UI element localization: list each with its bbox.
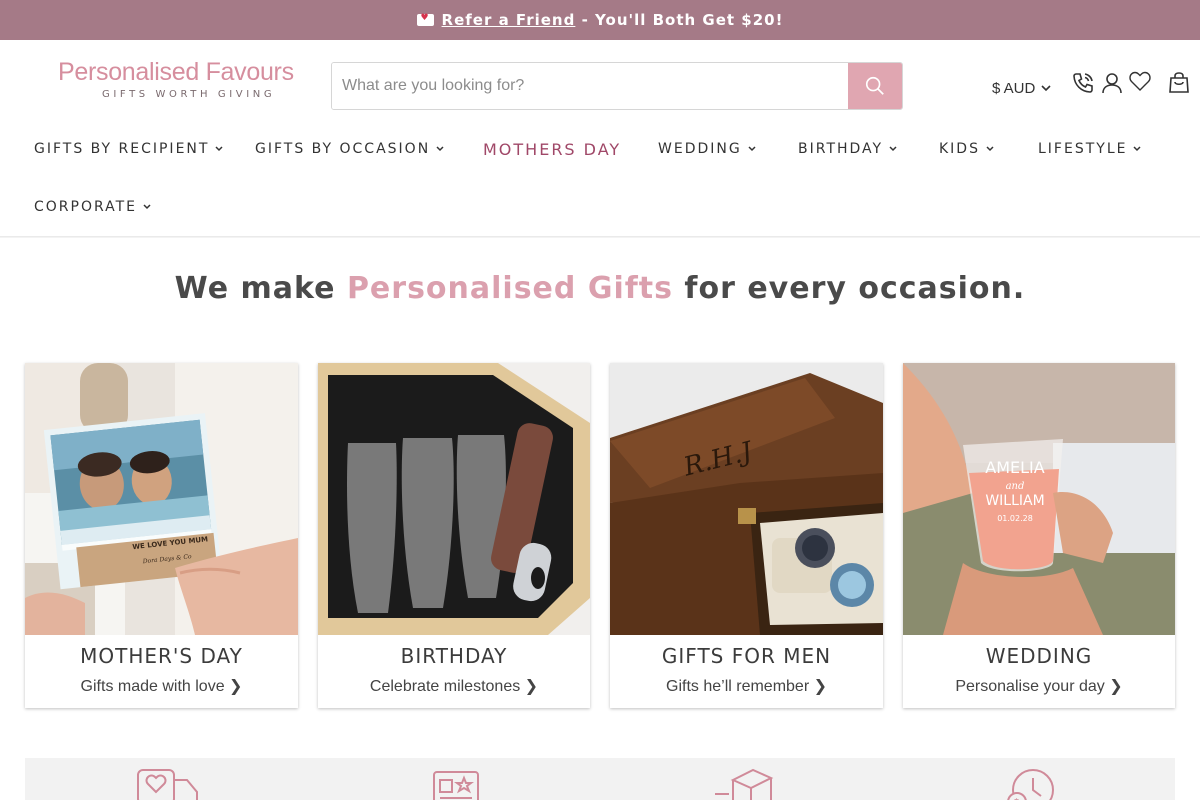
nav-label: BIRTHDAY	[798, 141, 884, 157]
clock-money-icon: $	[1007, 769, 1054, 800]
nav-mothers-day[interactable]: MOTHERS DAY	[483, 140, 621, 159]
glass-text-date: 01.02.28	[997, 514, 1033, 523]
phone-icon[interactable]	[1070, 70, 1096, 96]
announcement-bar: Refer a Friend - You'll Both Get $20!	[0, 0, 1200, 40]
card-title: GIFTS FOR MEN	[661, 644, 832, 668]
delivery-truck-heart-icon	[137, 769, 198, 800]
nav-label: LIFESTYLE	[1038, 141, 1128, 157]
chevron-down-icon	[1041, 85, 1051, 92]
nav-birthday[interactable]: BIRTHDAY	[798, 141, 897, 157]
card-title: WEDDING	[985, 644, 1093, 668]
chevron-down-icon	[1133, 146, 1141, 152]
love-letter-icon	[416, 13, 434, 26]
hero-suffix: for every occasion.	[672, 271, 1026, 306]
nav-lifestyle[interactable]: LIFESTYLE	[1038, 141, 1141, 157]
nav-label: WEDDING	[658, 141, 742, 157]
nav-label: MOTHERS DAY	[483, 140, 622, 159]
currency-label: $ AUD	[992, 80, 1036, 97]
glass-text-and: and	[1006, 481, 1025, 492]
hero-accent: Personalised Gifts	[346, 271, 673, 306]
nav-label: GIFTS BY RECIPIENT	[34, 141, 210, 157]
search-icon	[865, 76, 884, 95]
currency-selector[interactable]: $ AUD	[992, 80, 1051, 97]
nav-kids[interactable]: KIDS	[939, 141, 994, 157]
heart-icon[interactable]	[1127, 68, 1153, 94]
card-title: BIRTHDAY	[400, 644, 508, 668]
category-card-gifts-for-men[interactable]: R.H.J GIFTS FOR MEN Gifts he’ll remember…	[610, 363, 883, 708]
nav-label: GIFTS BY OCCASION	[255, 141, 431, 157]
refer-friend-link[interactable]: Refer a Friend	[442, 11, 576, 29]
svg-text:$: $	[1013, 796, 1020, 800]
brand-name: Personalised Favours	[58, 58, 294, 86]
nav-label: KIDS	[939, 141, 980, 157]
search-button[interactable]	[848, 63, 902, 109]
card-subtitle-link[interactable]: Gifts made with love ❯	[25, 676, 298, 696]
chevron-down-icon	[986, 146, 994, 152]
category-card-wedding[interactable]: AMELIA and WILLIAM 01.02.28 WEDDING Pers…	[903, 363, 1175, 708]
site-logo[interactable]: Personalised Favours GIFTS WORTH GIVING	[58, 58, 308, 100]
header-divider	[0, 236, 1200, 238]
chevron-down-icon	[436, 146, 444, 152]
card-title: MOTHER'S DAY	[80, 644, 243, 668]
category-card-mothers-day[interactable]: WE LOVE YOU MUM Dora Days & Co MOTHER'S …	[25, 363, 298, 708]
wedding-image: AMELIA and WILLIAM 01.02.28	[903, 363, 1175, 635]
search-input[interactable]	[332, 63, 848, 109]
glass-text-amelia: AMELIA	[985, 458, 1044, 477]
card-subtitle-link[interactable]: Celebrate milestones ❯	[318, 676, 590, 696]
nav-gifts-by-recipient[interactable]: GIFTS BY RECIPIENT	[34, 141, 223, 157]
chevron-down-icon	[215, 146, 223, 152]
brand-tagline: GIFTS WORTH GIVING	[102, 89, 276, 100]
user-icon[interactable]	[1099, 70, 1125, 96]
nav-wedding[interactable]: WEDDING	[658, 141, 756, 157]
nav-gifts-by-occasion[interactable]: GIFTS BY OCCASION	[255, 141, 444, 157]
mothers-day-image: WE LOVE YOU MUM Dora Days & Co	[25, 363, 298, 635]
hero-prefix: We make	[174, 271, 347, 306]
birthday-image	[318, 363, 590, 635]
gifts-for-men-image: R.H.J	[610, 363, 883, 635]
announcement-text: - You'll Both Get $20!	[575, 11, 784, 29]
chevron-down-icon	[748, 146, 756, 152]
benefits-strip: $	[25, 758, 1175, 800]
nav-label: CORPORATE	[34, 199, 138, 215]
package-icon	[715, 768, 774, 800]
review-card-icon	[433, 771, 479, 800]
chevron-down-icon	[889, 146, 897, 152]
nav-corporate[interactable]: CORPORATE	[34, 199, 151, 215]
hero-heading: We make Personalised Gifts for every occ…	[0, 271, 1200, 306]
category-card-birthday[interactable]: BIRTHDAY Celebrate milestones ❯	[318, 363, 590, 708]
card-subtitle-link[interactable]: Gifts he’ll remember ❯	[610, 676, 883, 696]
glass-text-william: WILLIAM	[985, 493, 1044, 509]
chevron-down-icon	[143, 204, 151, 210]
search-bar	[331, 62, 903, 110]
cart-icon[interactable]	[1166, 70, 1192, 96]
card-subtitle-link[interactable]: Personalise your day ❯	[903, 676, 1175, 696]
